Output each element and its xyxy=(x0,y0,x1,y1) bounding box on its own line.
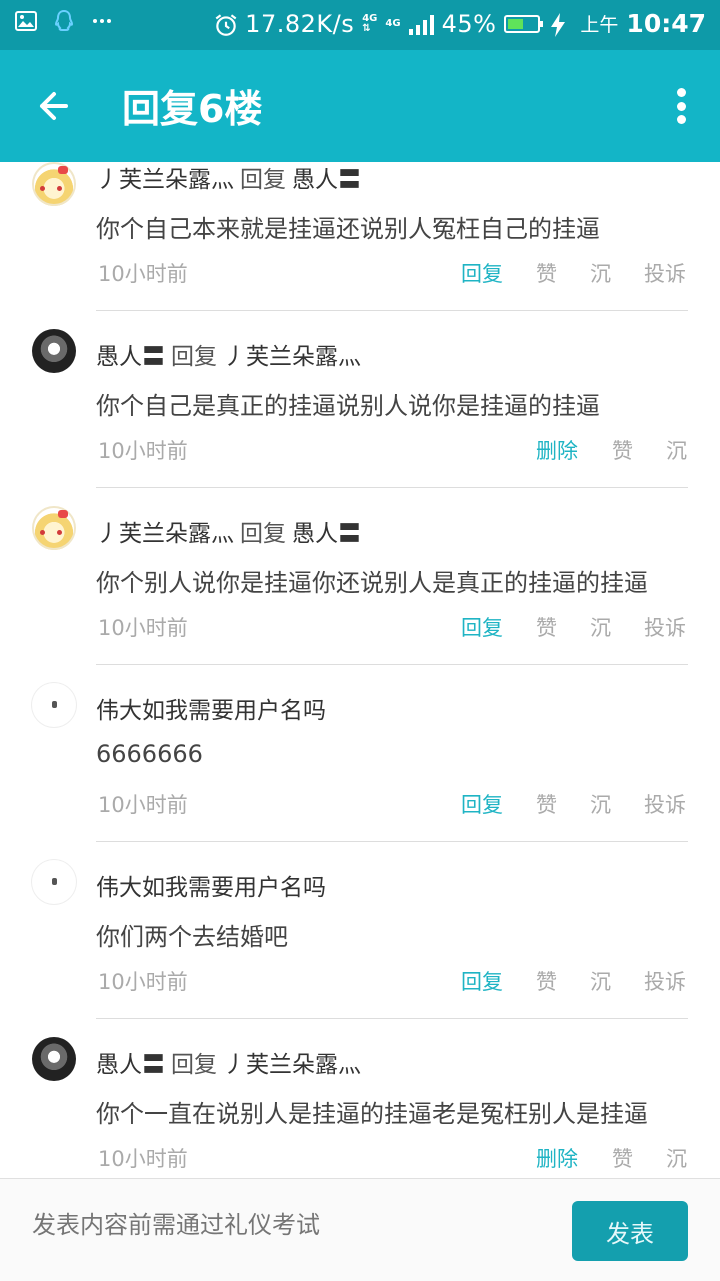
reply-item: 伟大如我需要用户名吗 6666666 10小时前 回复 赞 沉 投诉 xyxy=(0,679,720,856)
divider xyxy=(96,841,688,842)
report-button[interactable]: 投诉 xyxy=(644,789,686,819)
back-arrow-icon[interactable] xyxy=(32,86,80,126)
alarm-icon xyxy=(213,12,237,36)
report-button[interactable]: 投诉 xyxy=(644,966,686,996)
reply-item: 伟大如我需要用户名吗 你们两个去结婚吧 10小时前 回复 赞 沉 投诉 xyxy=(0,856,720,1033)
reply-item: 愚人〓 回复 丿芙兰朵露灬 你个一直在说别人是挂逼的挂逼老是冤枉别人是挂逼 10小时… xyxy=(0,1033,720,1178)
divider xyxy=(96,1018,688,1019)
sink-button[interactable]: 沉 xyxy=(666,435,687,465)
target-name[interactable]: 愚人〓 xyxy=(292,167,361,193)
reply-header: 丿芙兰朵露灬 回复 愚人〓 xyxy=(96,514,361,548)
reply-time: 10小时前 xyxy=(98,970,188,994)
qq-notification-icon xyxy=(52,9,76,33)
reply-time: 10小时前 xyxy=(98,262,188,286)
white-avatar[interactable] xyxy=(32,860,76,904)
anime-girl-avatar[interactable] xyxy=(32,162,76,206)
page-title: 回复6楼 xyxy=(122,87,263,131)
reply-content: 6666666 xyxy=(96,740,203,768)
signal-icon xyxy=(408,13,434,35)
dark-photo-avatar[interactable] xyxy=(32,1037,76,1081)
anime-girl-avatar[interactable] xyxy=(32,506,76,550)
reply-button[interactable]: 回复 xyxy=(461,258,503,288)
delete-button[interactable]: 删除 xyxy=(536,435,578,465)
reply-label: 回复 xyxy=(240,521,286,547)
like-button[interactable]: 赞 xyxy=(612,1143,633,1173)
like-button[interactable]: 赞 xyxy=(536,966,557,996)
report-button[interactable]: 投诉 xyxy=(644,258,686,288)
reply-label: 回复 xyxy=(171,344,217,370)
divider xyxy=(96,487,688,488)
reply-header: 愚人〓 回复 丿芙兰朵露灬 xyxy=(96,1045,361,1079)
sink-button[interactable]: 沉 xyxy=(590,612,611,642)
delete-button[interactable]: 删除 xyxy=(536,1143,578,1173)
sink-button[interactable]: 沉 xyxy=(590,258,611,288)
more-options-icon[interactable] xyxy=(674,88,688,124)
reply-input[interactable] xyxy=(32,1211,532,1239)
charging-icon xyxy=(548,12,572,37)
white-avatar[interactable] xyxy=(32,683,76,727)
battery-icon xyxy=(504,14,544,33)
reply-button[interactable]: 回复 xyxy=(461,789,503,819)
reply-button[interactable]: 回复 xyxy=(461,612,503,642)
reply-label: 回复 xyxy=(171,1052,217,1078)
network-speed: 17.82K/s xyxy=(245,9,355,38)
reply-item: 愚人〓 回复 丿芙兰朵露灬 你个自己是真正的挂逼说别人说你是挂逼的挂逼 10小时前 … xyxy=(0,325,720,502)
reply-content: 你个自己本来就是挂逼还说别人冤枉自己的挂逼 xyxy=(96,215,600,243)
ampm: 上午 xyxy=(580,14,619,36)
send-button[interactable]: 发表 xyxy=(572,1201,688,1261)
more-notifications-icon xyxy=(90,9,114,33)
reply-time: 10小时前 xyxy=(98,616,188,640)
like-button[interactable]: 赞 xyxy=(612,435,633,465)
reply-content: 你个一直在说别人是挂逼的挂逼老是冤枉别人是挂逼 xyxy=(96,1100,648,1128)
reply-header: 伟大如我需要用户名吗 xyxy=(96,868,326,902)
reply-time: 10小时前 xyxy=(98,1147,188,1171)
battery-percent: 45% xyxy=(441,9,497,38)
reply-item: 丿芙兰朵露灬 回复 愚人〓 你个自己本来就是挂逼还说别人冤枉自己的挂逼 10小时前 … xyxy=(0,162,720,325)
reply-time: 10小时前 xyxy=(98,439,188,463)
author-name[interactable]: 丿芙兰朵露灬 xyxy=(96,521,234,547)
reply-content: 你们两个去结婚吧 xyxy=(96,923,288,951)
sink-button[interactable]: 沉 xyxy=(666,1143,687,1173)
reply-header: 丿芙兰朵露灬 回复 愚人〓 xyxy=(96,162,361,194)
status-bar: 17.82K/s 4G ⇅ 4G 45% 上午 10:47 xyxy=(0,0,720,50)
author-name[interactable]: 伟大如我需要用户名吗 xyxy=(96,875,326,901)
dark-photo-avatar[interactable] xyxy=(32,329,76,373)
author-name[interactable]: 愚人〓 xyxy=(96,344,165,370)
like-button[interactable]: 赞 xyxy=(536,789,557,819)
network-type: 4G ⇅ xyxy=(362,12,378,34)
author-name[interactable]: 丿芙兰朵露灬 xyxy=(96,167,234,193)
target-name[interactable]: 丿芙兰朵露灬 xyxy=(223,1052,361,1078)
reply-content: 你个别人说你是挂逼你还说别人是真正的挂逼的挂逼 xyxy=(96,569,648,597)
reply-time: 10小时前 xyxy=(98,793,188,817)
divider xyxy=(96,664,688,665)
author-name[interactable]: 愚人〓 xyxy=(96,1052,165,1078)
network-type-2: 4G xyxy=(385,17,401,29)
sink-button[interactable]: 沉 xyxy=(590,966,611,996)
reply-item: 丿芙兰朵露灬 回复 愚人〓 你个别人说你是挂逼你还说别人是真正的挂逼的挂逼 10小时… xyxy=(0,502,720,679)
image-notification-icon xyxy=(14,9,38,33)
reply-list[interactable]: 丿芙兰朵露灬 回复 愚人〓 你个自己本来就是挂逼还说别人冤枉自己的挂逼 10小时前 … xyxy=(0,162,720,1178)
app-bar: 回复6楼 xyxy=(0,50,720,162)
like-button[interactable]: 赞 xyxy=(536,612,557,642)
target-name[interactable]: 丿芙兰朵露灬 xyxy=(223,344,361,370)
report-button[interactable]: 投诉 xyxy=(644,612,686,642)
reply-header: 伟大如我需要用户名吗 xyxy=(96,691,326,725)
author-name[interactable]: 伟大如我需要用户名吗 xyxy=(96,698,326,724)
reply-label: 回复 xyxy=(240,167,286,193)
clock: 10:47 xyxy=(626,9,706,38)
reply-button[interactable]: 回复 xyxy=(461,966,503,996)
reply-content: 你个自己是真正的挂逼说别人说你是挂逼的挂逼 xyxy=(96,392,600,420)
divider xyxy=(96,310,688,311)
target-name[interactable]: 愚人〓 xyxy=(292,521,361,547)
composer-bar: 发表 xyxy=(0,1178,720,1281)
like-button[interactable]: 赞 xyxy=(536,258,557,288)
reply-header: 愚人〓 回复 丿芙兰朵露灬 xyxy=(96,337,361,371)
sink-button[interactable]: 沉 xyxy=(590,789,611,819)
